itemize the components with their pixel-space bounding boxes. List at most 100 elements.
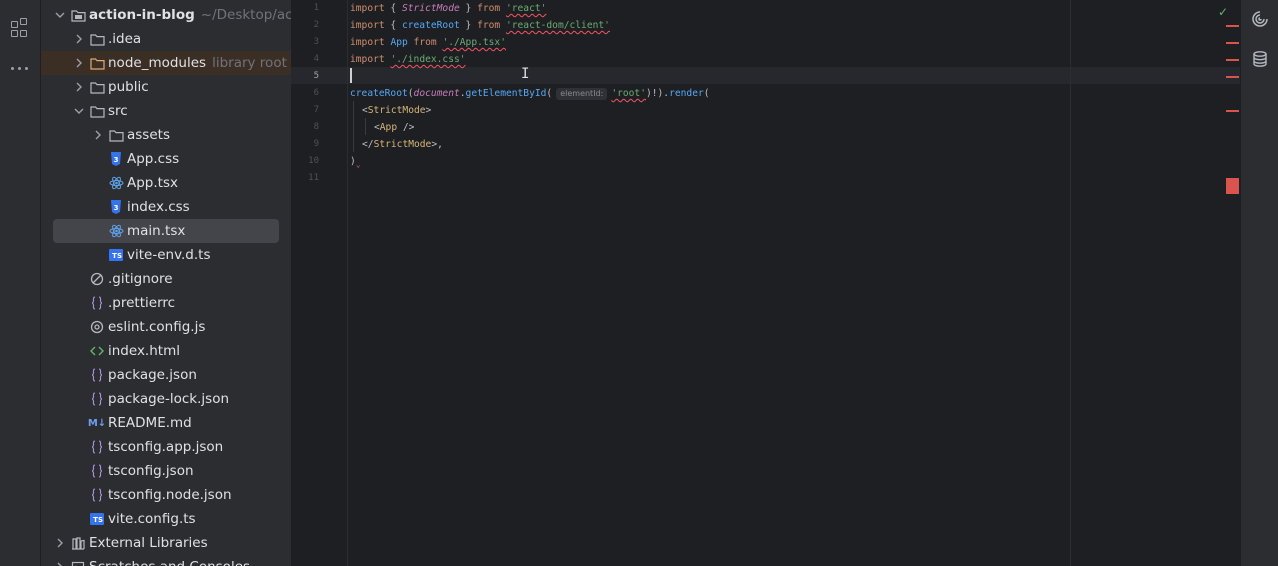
tree-item-label: assets	[127, 127, 170, 143]
database-icon[interactable]	[1251, 50, 1269, 68]
code-editor[interactable]: 1 2 3 4 5 6 7 8 9 10 11 import { StrictMode } from…	[291, 0, 1240, 566]
tree-item-node-modules[interactable]: node_modules library root	[41, 51, 291, 75]
css-file-icon: 3	[108, 151, 124, 167]
line-number: 10	[308, 156, 319, 166]
tree-item-vite-env-d-ts[interactable]: TS vite-env.d.ts	[41, 243, 291, 267]
code-line-1: import { StrictMode } from 'react'	[350, 3, 547, 14]
tree-item-tsconfig-json[interactable]: tsconfig.json	[41, 459, 291, 483]
current-line-highlight	[291, 67, 1240, 84]
error-marker[interactable]	[1226, 59, 1239, 61]
error-marker[interactable]	[1226, 25, 1239, 27]
tree-scratches-and-consoles[interactable]: Scratches and Consoles	[41, 555, 291, 566]
tree-item-label: App.tsx	[127, 175, 178, 191]
line-number: 1	[313, 3, 319, 13]
svg-text:3: 3	[114, 204, 119, 212]
tree-item-label: App.css	[127, 151, 180, 167]
library-icon	[70, 535, 86, 551]
line-number: 2	[313, 20, 319, 30]
folder-icon	[89, 31, 105, 47]
json-file-icon	[89, 463, 105, 479]
text-caret	[350, 68, 352, 83]
more-icon[interactable]	[9, 57, 31, 79]
tree-item-label: public	[108, 79, 149, 95]
tree-item-label: vite.config.ts	[108, 511, 196, 527]
tree-item-readme-md[interactable]: M↓ README.md	[41, 411, 291, 435]
tree-item-public[interactable]: public	[41, 75, 291, 99]
project-root-path: ~/Desktop/action	[200, 7, 291, 23]
chevron-right-icon[interactable]	[52, 535, 68, 551]
tree-item-main-tsx[interactable]: main.tsx	[41, 219, 291, 243]
tree-item-label: .idea	[108, 31, 142, 47]
tree-item-label: index.css	[127, 199, 190, 215]
tree-item-hint: library root	[212, 55, 287, 71]
code-line-2: import { createRoot } from 'react-dom/cl…	[350, 20, 610, 31]
chevron-right-icon[interactable]	[71, 31, 87, 47]
tree-item-label: node_modules	[108, 55, 207, 71]
tree-item-label: package.json	[108, 367, 197, 383]
tree-item-app-css[interactable]: 3 App.css	[41, 147, 291, 171]
tree-item-tsconfig-app-json[interactable]: tsconfig.app.json	[41, 435, 291, 459]
left-tool-strip	[0, 0, 41, 566]
chevron-right-icon[interactable]	[52, 559, 68, 566]
tree-item-prettierrc[interactable]: .prettierrc	[41, 291, 291, 315]
line-number: 6	[313, 88, 319, 98]
code-line-7: <StrictMode>	[362, 105, 432, 116]
typescript-file-icon: TS	[109, 249, 123, 261]
code-line-10: )⌄	[350, 156, 361, 169]
tree-item-label: tsconfig.app.json	[108, 439, 224, 455]
scratches-label: Scratches and Consoles	[89, 559, 250, 566]
tree-item-label: index.html	[108, 343, 180, 359]
chevron-down-icon[interactable]	[71, 103, 87, 119]
indent-guide	[353, 101, 354, 152]
folder-icon	[89, 55, 105, 71]
error-marker[interactable]	[1226, 110, 1239, 112]
tree-item-tsconfig-node-json[interactable]: tsconfig.node.json	[41, 483, 291, 507]
structure-icon[interactable]	[9, 18, 31, 40]
right-margin-guide	[1070, 0, 1071, 566]
code-line-4: import './index.css'	[350, 54, 466, 65]
tree-item-index-html[interactable]: index.html	[41, 339, 291, 363]
tree-item-label: vite-env.d.ts	[127, 247, 211, 263]
right-tool-strip	[1240, 0, 1278, 566]
css-file-icon: 3	[108, 199, 124, 215]
tree-item-package-lock-json[interactable]: package-lock.json	[41, 387, 291, 411]
tree-root-action-in-blog[interactable]: action-in-blog ~/Desktop/action	[41, 3, 291, 27]
tree-external-libraries[interactable]: External Libraries	[41, 531, 291, 555]
ai-assistant-icon[interactable]	[1251, 10, 1269, 28]
chevron-right-icon[interactable]	[71, 79, 87, 95]
tree-item-package-json[interactable]: package.json	[41, 363, 291, 387]
error-marker-block[interactable]	[1226, 178, 1239, 194]
project-folder-icon	[70, 7, 86, 23]
markdown-file-icon: M↓	[87, 417, 107, 429]
error-marker[interactable]	[1226, 76, 1239, 78]
chevron-right-icon[interactable]	[90, 127, 106, 143]
chevron-right-icon[interactable]	[71, 55, 87, 71]
tree-item-gitignore[interactable]: .gitignore	[41, 267, 291, 291]
tree-item-src[interactable]: src	[41, 99, 291, 123]
folder-icon	[108, 127, 124, 143]
line-number: 3	[313, 37, 319, 47]
line-number: 7	[313, 105, 319, 115]
tree-item-vite-config-ts[interactable]: TS vite.config.ts	[41, 507, 291, 531]
chevron-down-icon[interactable]	[52, 7, 68, 23]
tree-item-eslint-config-js[interactable]: eslint.config.js	[41, 315, 291, 339]
indent-guide	[365, 118, 366, 135]
html-file-icon	[89, 343, 105, 359]
tree-item-assets[interactable]: assets	[41, 123, 291, 147]
gitignore-file-icon	[89, 271, 105, 287]
line-number: 5	[313, 71, 319, 81]
svg-text:3: 3	[114, 156, 119, 164]
tree-item-label: main.tsx	[127, 223, 186, 239]
inspection-ok-icon[interactable]: ✓	[1218, 5, 1228, 19]
line-number: 4	[313, 54, 319, 64]
tree-item-label: tsconfig.json	[108, 463, 194, 479]
react-file-icon	[108, 223, 124, 239]
react-file-icon	[108, 175, 124, 191]
folder-icon	[89, 79, 105, 95]
scratches-icon	[70, 559, 86, 566]
tree-item-idea[interactable]: .idea	[41, 27, 291, 51]
tree-item-index-css[interactable]: 3 index.css	[41, 195, 291, 219]
error-marker[interactable]	[1226, 42, 1239, 44]
project-root-label: action-in-blog	[89, 7, 195, 23]
tree-item-app-tsx[interactable]: App.tsx	[41, 171, 291, 195]
